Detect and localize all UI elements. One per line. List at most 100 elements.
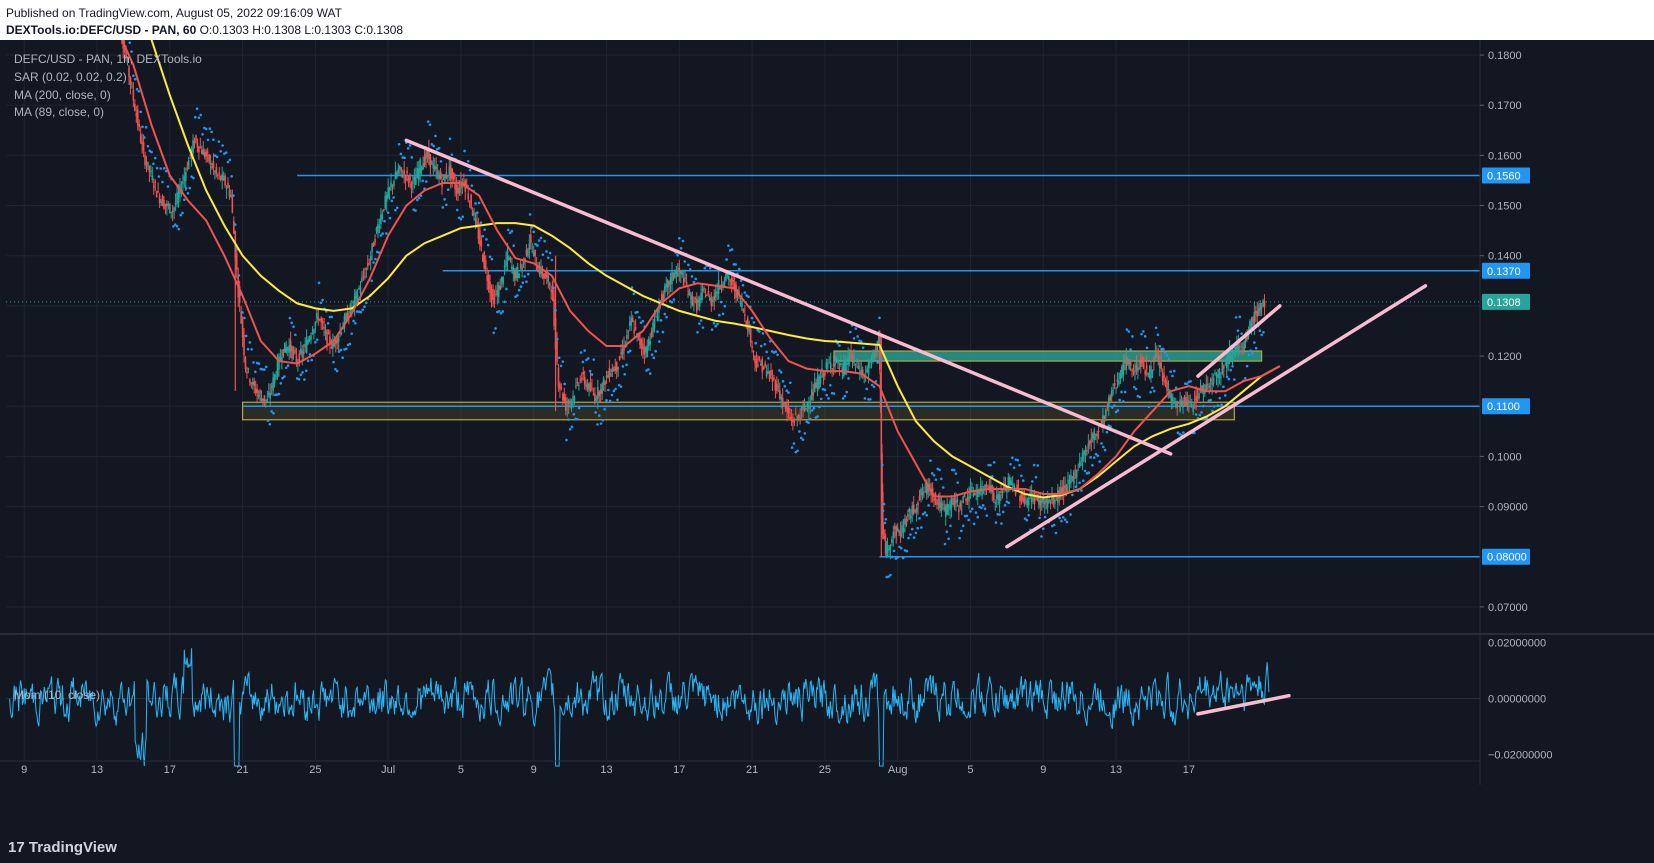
sar-dot [204,127,208,131]
sar-dot [803,432,807,435]
ohlc-values: O:0.1303 H:0.1308 L:0.1303 C:0.1308 [199,23,404,37]
candle-body [250,383,253,385]
candle-body [698,297,701,307]
candle-body [1158,362,1161,368]
candle-body [965,498,967,502]
candle-body [583,376,586,385]
sar-dot [257,362,261,365]
price-tick-label: 0.1200 [1488,351,1522,363]
candle-body [598,391,601,397]
candle-body [128,66,130,78]
sar-dot [175,224,179,228]
candle-body [515,268,518,279]
sar-dot [1251,352,1254,355]
price-chart[interactable]: 0.1800 0.1700 0.1600 0.1500 0.1400 0.1200 0.10… [0,40,1654,831]
candle-body [1211,382,1213,385]
candle-body [279,357,282,360]
sar-dot [607,388,610,392]
candle-body [144,154,146,166]
candle-body [152,185,155,188]
candle-body [783,402,785,404]
sar-dot [659,319,663,322]
mom-tick-label: 0.00000000 [1488,694,1546,706]
sar-dot [765,350,768,354]
sar-dot [486,243,490,247]
candle-body [155,191,158,198]
sar-dot [663,312,667,316]
sar-dot [652,356,656,360]
candle-body [760,363,762,366]
chart-area[interactable]: 0.1800 0.1700 0.1600 0.1500 0.1400 0.1200 0.10… [0,40,1654,831]
candle-body [366,263,369,266]
candle-body [924,484,927,486]
candle-body [292,351,295,353]
sar-dot [546,256,550,260]
candle-body [1148,373,1151,379]
candle-body [767,372,769,374]
sar-dot [900,546,903,550]
sar-dot [144,125,148,129]
candle-body [1161,372,1164,382]
candle-body [391,185,394,187]
candle-body [1198,392,1200,399]
candle-body [1057,490,1059,503]
candle-body [1214,372,1216,375]
candle-body [177,191,180,199]
sar-dot [752,321,756,324]
sar-dot [974,511,978,514]
candle-body [496,290,499,296]
sar-dot [798,430,801,433]
sar-dot [743,291,747,294]
time-tick-label: 9 [531,764,537,776]
sar-dot [683,260,687,263]
candle-body [397,168,400,174]
candle-body [994,502,997,504]
sar-dot [940,477,943,481]
candle-body [639,337,641,345]
candle-body [1113,383,1116,386]
candle-body [943,507,946,510]
candle-body [364,275,366,277]
sar-dot [825,393,829,397]
sar-dot [525,280,528,284]
candle-body [653,317,656,328]
candle-body [1154,352,1157,360]
sar-dot [183,198,186,202]
sar-dot [1151,386,1154,389]
sar-dot [284,366,288,370]
sar-dot [881,509,885,513]
sar-dot [654,349,657,353]
sar-dot [972,522,976,526]
candle-body [629,321,631,326]
candle-body [447,176,449,178]
candle-body [672,273,675,277]
sar-dot [352,319,355,323]
candle-body [677,272,679,277]
candle-body [1109,395,1112,401]
sar-dot [359,310,363,314]
candle-body [818,375,820,389]
sar-dot [969,510,972,513]
candle-body [770,370,772,376]
candle-body [789,417,791,419]
tradingview-logo[interactable]: 17 TradingView [8,839,117,856]
candle-body [323,327,325,329]
candle-body [227,182,229,189]
candle-body [790,416,793,422]
candle-body [368,263,371,265]
sar-dot [841,397,845,400]
candle-body [502,277,504,285]
candle-body [203,151,206,158]
candle-body [409,174,411,181]
candle-body [901,525,903,533]
candle-body [435,166,437,170]
sar-dot [614,387,617,391]
candle-body [762,367,765,370]
sar-dot [565,438,568,442]
candle-body [944,505,947,517]
candle-body [214,171,216,173]
sar-dot [1182,431,1185,434]
sar-dot [217,140,221,143]
candle-body [952,503,954,505]
sar-dot [1236,329,1240,332]
